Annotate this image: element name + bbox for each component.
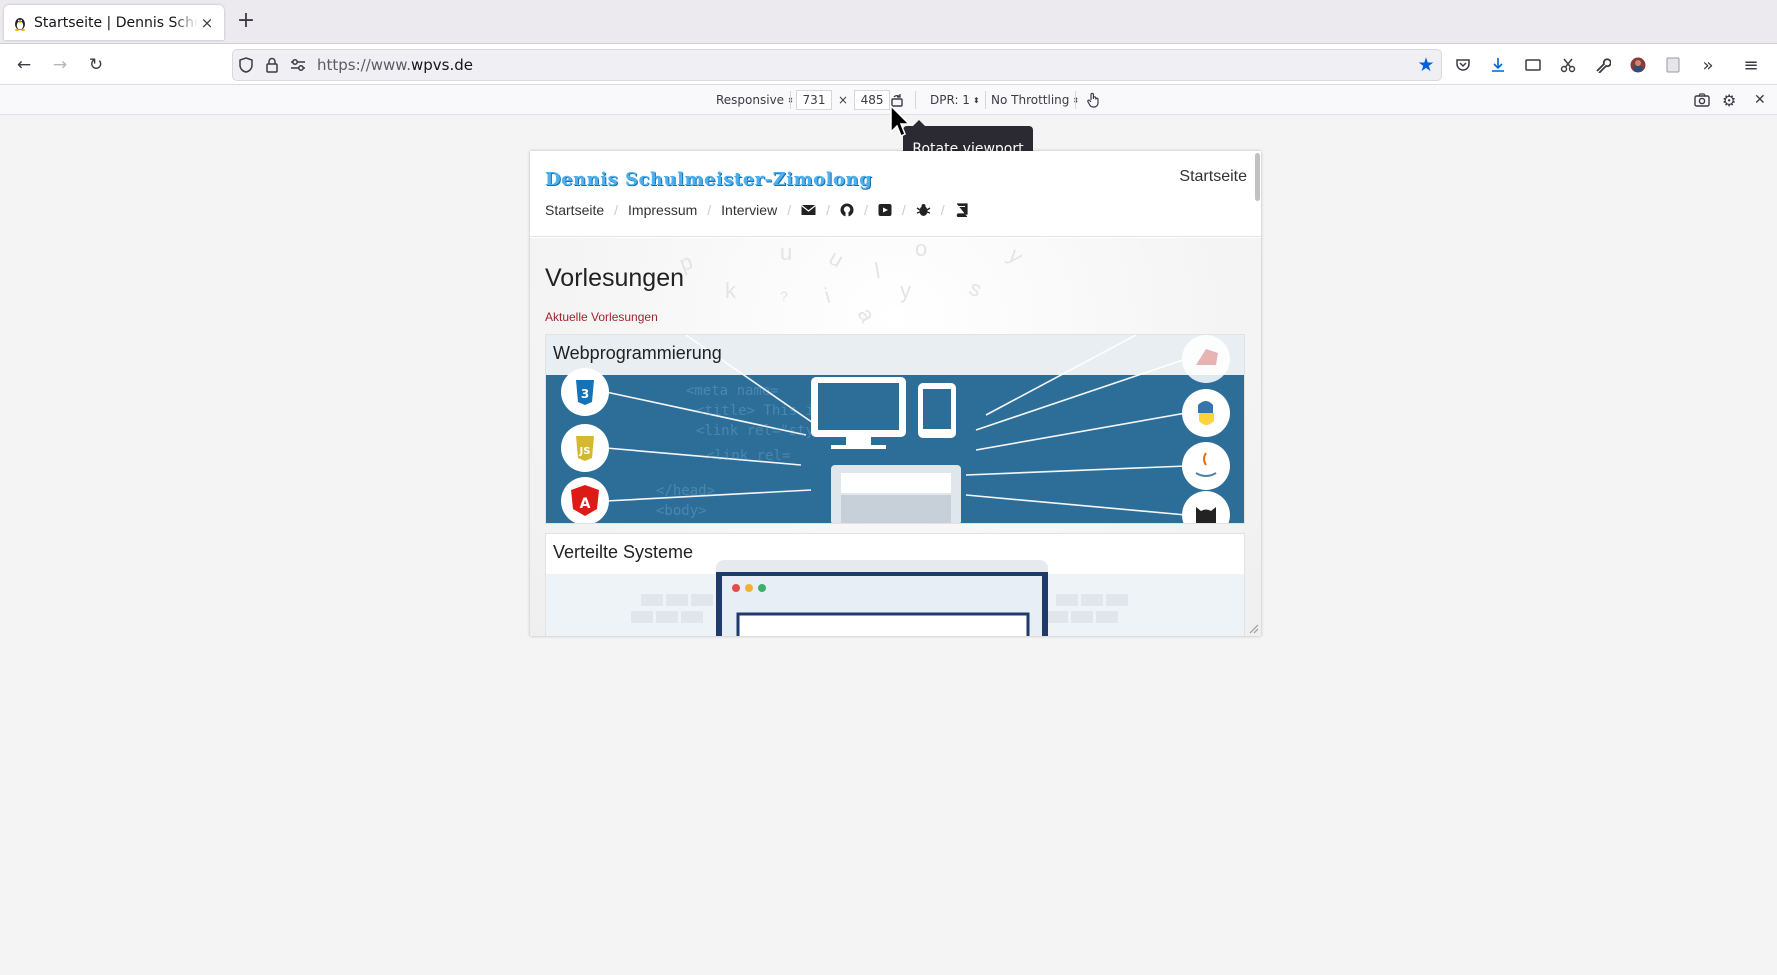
svg-text:</head>: </head> (656, 483, 715, 499)
viewport-scrollbar[interactable] (1255, 153, 1260, 201)
envelope-icon[interactable] (801, 204, 816, 216)
forward-button[interactable]: → (48, 53, 72, 77)
menu-separator: / (707, 202, 712, 218)
responsive-design-toolbar: Responsive⬍ 731 × 485 DPR: 1⬍ No Throttl… (0, 85, 1777, 115)
camera-icon (1694, 93, 1710, 107)
svg-text:3: 3 (581, 387, 589, 401)
svg-text:<link rel=: <link rel= (706, 448, 790, 464)
page-title: Vorlesungen (545, 264, 685, 292)
tab-title: Startseite | Dennis Schulmeister (34, 14, 198, 31)
mouse-cursor-icon (890, 105, 911, 138)
permissions-icon[interactable] (285, 58, 311, 72)
github-icon[interactable] (840, 203, 854, 217)
tab-startseite[interactable]: Startseite | Dennis Schulmeister × (4, 5, 224, 40)
wrench-icon[interactable] (1590, 52, 1616, 78)
reader-view-icon[interactable] (1660, 52, 1686, 78)
downloads-icon[interactable] (1485, 52, 1511, 78)
settings-gear-icon[interactable]: ⚙ (1722, 90, 1736, 110)
throttling-selector[interactable]: No Throttling⬍ (991, 90, 1079, 110)
menu-separator: / (901, 202, 906, 218)
menu-separator: / (614, 202, 619, 218)
screenshot-camera-button[interactable] (1694, 90, 1710, 110)
resize-handle-icon[interactable] (1247, 622, 1259, 634)
site-header: Dennis Schulmeister-Zimolong Startseite … (530, 151, 1261, 237)
dimension-times: × (838, 93, 849, 107)
dpr-selector[interactable]: DPR: 1 ⬍ (930, 90, 980, 110)
book-icon[interactable] (955, 203, 968, 217)
device-selector[interactable]: Responsive⬍ (716, 90, 794, 110)
menu-item-interview[interactable]: Interview (721, 202, 777, 218)
lecture-card-webprogrammierung[interactable]: Webprogrammierung <meta name= <title> Th… (545, 334, 1245, 524)
touch-simulation-button[interactable] (1086, 90, 1100, 110)
menu-separator: / (787, 202, 792, 218)
section-subtitle: Aktuelle Vorlesungen (545, 310, 658, 324)
card-title: Verteilte Systeme (553, 542, 694, 562)
menu-separator: / (863, 202, 868, 218)
viewport-height-input[interactable]: 485 (854, 90, 891, 110)
reload-button[interactable]: ↻ (84, 53, 108, 77)
separator (915, 91, 916, 109)
navigation-bar: ← → ↻ https://www.wpvs.de ★ » ≡ (0, 44, 1777, 85)
url-text[interactable]: https://www.wpvs.de (317, 56, 1411, 74)
emulated-viewport[interactable]: Dennis Schulmeister-Zimolong Startseite … (530, 151, 1261, 636)
shield-icon[interactable] (233, 57, 259, 73)
account-avatar-icon[interactable] (1625, 52, 1651, 78)
site-brand[interactable]: Dennis Schulmeister-Zimolong (545, 169, 872, 190)
tab-strip: Startseite | Dennis Schulmeister × + (0, 0, 1777, 44)
dpr-label: DPR: 1 (930, 93, 970, 107)
url-prefix: https://www. (317, 56, 411, 74)
card-title: Webprogrammierung (553, 343, 722, 363)
page-content: p u u l o y k ? i y s a Vorlesungen Aktu… (530, 236, 1261, 636)
menu-item-startseite[interactable]: Startseite (545, 202, 604, 218)
svg-text:JS: JS (579, 446, 591, 457)
separator (790, 91, 791, 109)
svg-text:A: A (580, 496, 591, 512)
screenshot-icon[interactable] (1555, 52, 1581, 78)
device-selector-label: Responsive (716, 93, 785, 107)
hamburger-menu-icon[interactable]: ≡ (1738, 52, 1764, 78)
lock-icon[interactable] (259, 57, 285, 73)
close-rdm-button[interactable]: ✕ (1754, 90, 1766, 110)
back-button[interactable]: ← (12, 53, 36, 77)
viewport-width-input[interactable]: 731 (796, 90, 832, 110)
tab-close-icon[interactable]: × (198, 14, 216, 32)
url-bar[interactable]: https://www.wpvs.de ★ (232, 49, 1442, 81)
overflow-chevrons-icon[interactable]: » (1695, 52, 1721, 78)
tux-favicon-icon (15, 17, 25, 31)
pocket-icon[interactable] (1450, 52, 1476, 78)
touch-hand-icon (1087, 92, 1099, 108)
youtube-icon[interactable] (878, 203, 892, 217)
new-tab-button[interactable]: + (234, 10, 258, 34)
menu-separator: / (940, 202, 945, 218)
svg-text:<title> This is: <title> This is (696, 403, 822, 419)
lecture-card-verteilte-systeme[interactable]: Verteilte Systeme (545, 533, 1245, 636)
header-current-page[interactable]: Startseite (1179, 168, 1247, 186)
site-menu: Startseite / Impressum / Interview / / /… (545, 202, 968, 218)
bug-icon[interactable] (916, 203, 931, 217)
responsive-mode-icon[interactable] (1520, 52, 1546, 78)
throttling-label: No Throttling (991, 93, 1070, 107)
bookmark-star-icon[interactable]: ★ (1411, 54, 1441, 76)
select-arrows-icon: ⬍ (972, 95, 980, 105)
menu-item-impressum[interactable]: Impressum (628, 202, 697, 218)
menu-separator: / (826, 202, 830, 218)
separator (985, 91, 986, 109)
separator (1075, 91, 1076, 109)
svg-text:<meta name=: <meta name= (686, 383, 779, 399)
url-domain: wpvs.de (410, 56, 473, 74)
svg-text:<body>: <body> (656, 503, 707, 519)
